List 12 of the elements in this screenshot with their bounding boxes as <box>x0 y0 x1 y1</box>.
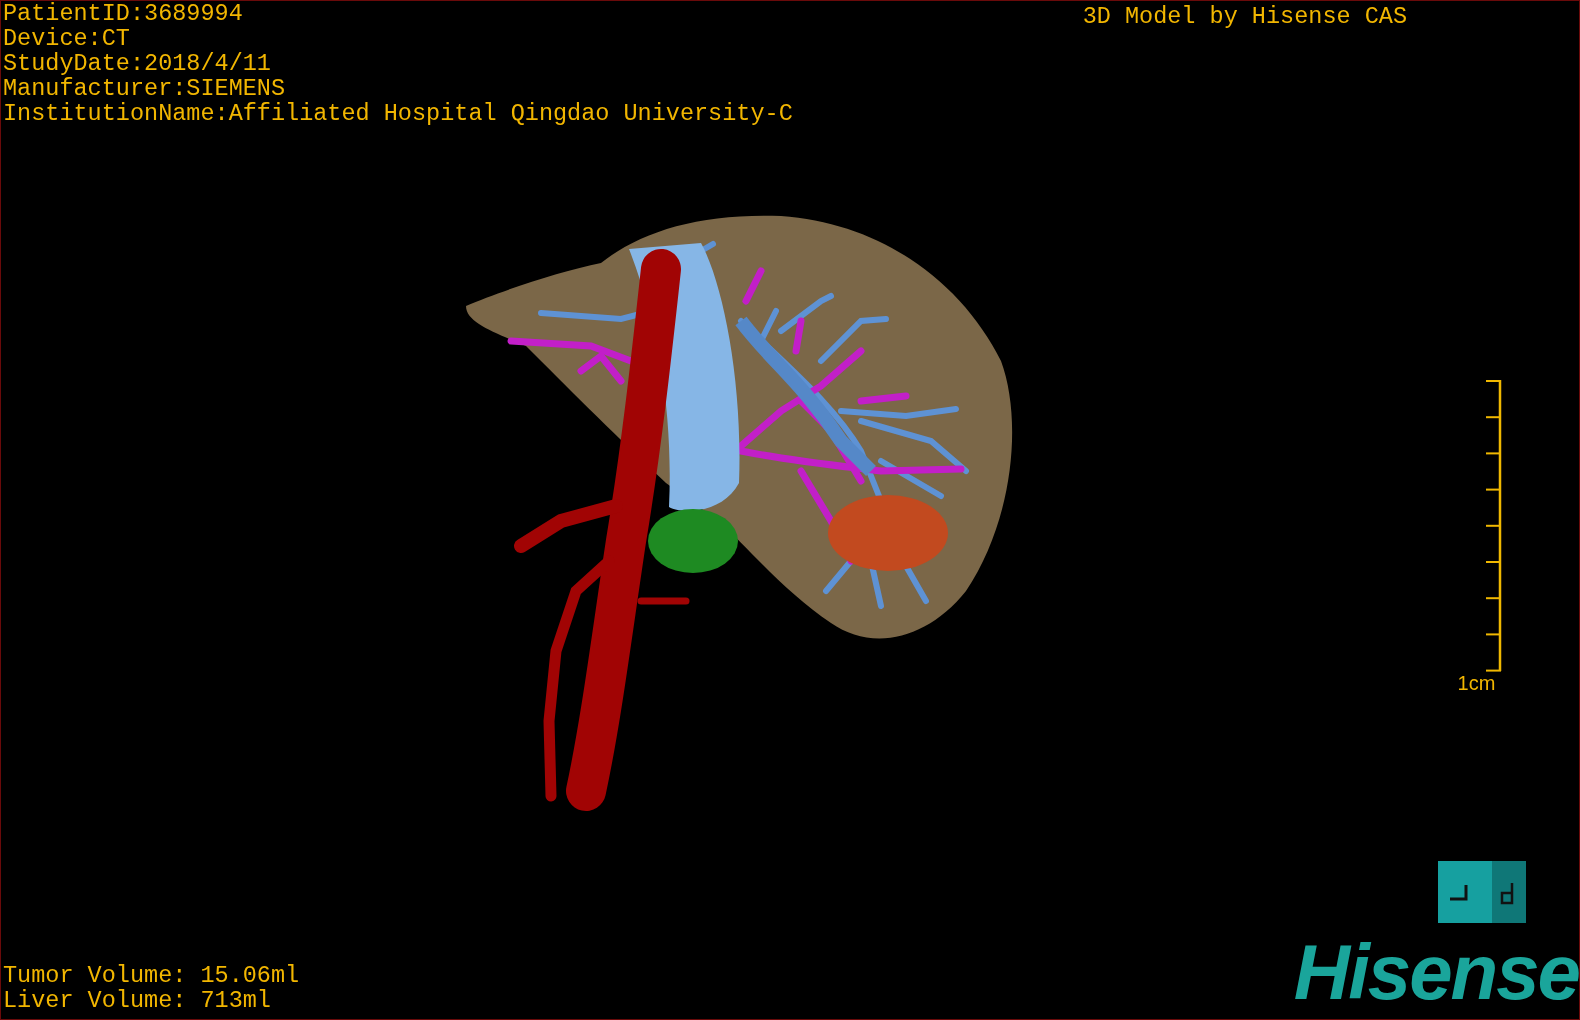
study-info-text: Manufacturer:SIEMENS <box>3 76 286 101</box>
orientation-cube-icon <box>1438 861 1526 923</box>
overlay-title: 3D Model by Hisense CAS <box>1082 4 1407 32</box>
volume-text: Tumor Volume: 15.06ml <box>3 963 300 988</box>
study-info-text: Device:CT <box>3 26 130 51</box>
study-info-text: InstitutionName:Affiliated Hospital Qingdao University-C <box>3 101 793 126</box>
scale-label: 1cm <box>1457 672 1496 694</box>
study-info-text: StudyDate:2018/4/11 <box>3 51 271 76</box>
study-info-text: PatientID:3689994 <box>3 1 243 26</box>
volume-text: Liver Volume: 713ml <box>3 988 271 1013</box>
brand-logo: Hisense <box>1293 939 1579 1005</box>
scale-bar-icon <box>1485 379 1502 672</box>
